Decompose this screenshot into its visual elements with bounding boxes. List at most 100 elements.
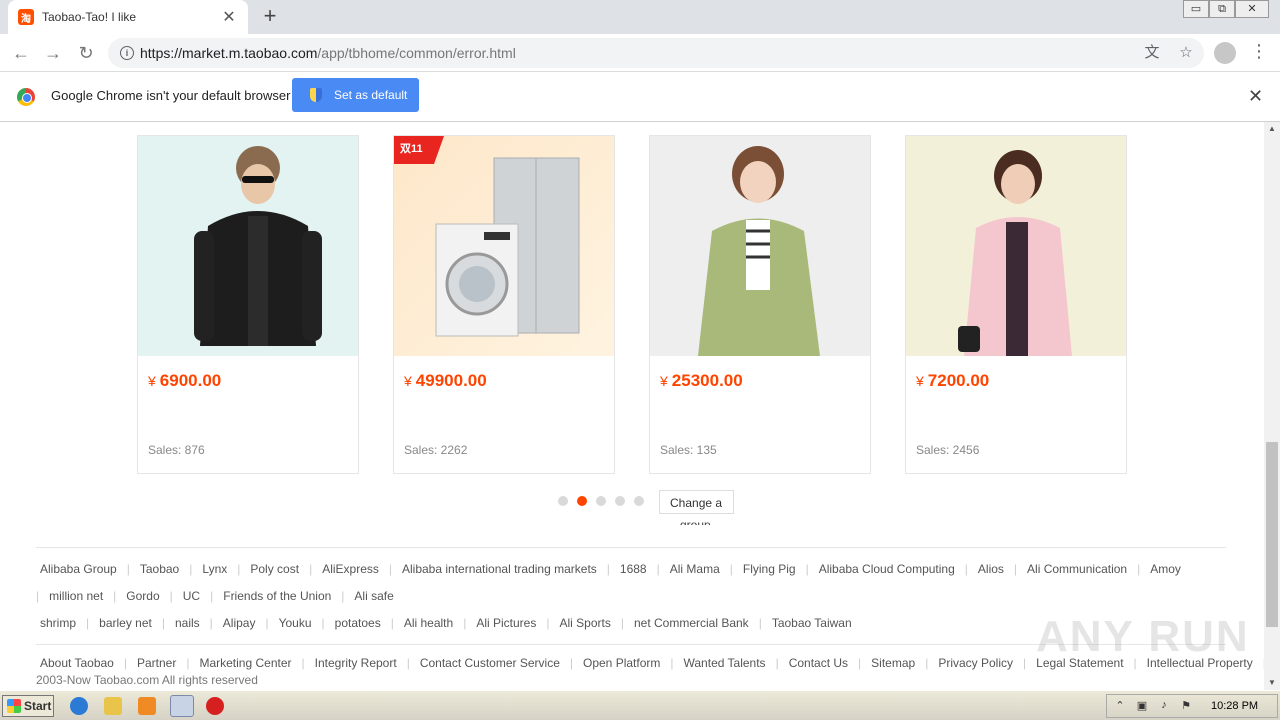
- footer-separator: |: [309, 562, 313, 576]
- scroll-down-icon[interactable]: ▼: [1264, 676, 1280, 690]
- media-player-icon[interactable]: [138, 697, 156, 715]
- footer-link[interactable]: Contact Customer Service: [416, 656, 570, 670]
- start-button[interactable]: Start: [2, 695, 54, 717]
- product-image[interactable]: 双11: [394, 136, 614, 356]
- footer-link[interactable]: Amoy: [1146, 562, 1191, 576]
- footer-link[interactable]: Privacy Policy: [934, 656, 1023, 670]
- volume-icon[interactable]: ♪: [1157, 699, 1171, 713]
- footer-link[interactable]: Sitemap: [867, 656, 925, 670]
- footer-link[interactable]: shrimp: [36, 616, 86, 630]
- network-icon[interactable]: ▣: [1135, 699, 1149, 713]
- product-card[interactable]: ¥7200.00 Sales: 2456: [905, 135, 1127, 474]
- footer-link[interactable]: Ali Sports: [555, 616, 620, 630]
- footer-link[interactable]: Ali Pictures: [472, 616, 546, 630]
- carousel-dot[interactable]: [596, 496, 606, 506]
- url-text[interactable]: https://market.m.taobao.com/app/tbhome/c…: [140, 45, 516, 61]
- close-infobar-icon[interactable]: ✕: [1248, 86, 1263, 107]
- footer-link[interactable]: Alipay: [219, 616, 266, 630]
- close-tab-icon[interactable]: ✕: [220, 7, 238, 27]
- address-bar[interactable]: i https://market.m.taobao.com/app/tbhome…: [108, 38, 1204, 68]
- carousel-dot[interactable]: [558, 496, 568, 506]
- internet-explorer-icon[interactable]: [70, 697, 88, 715]
- footer-link[interactable]: Ali health: [400, 616, 463, 630]
- carousel-dots: [558, 496, 644, 506]
- footer-link[interactable]: net Commercial Bank: [630, 616, 759, 630]
- footer-link[interactable]: Alios: [974, 562, 1014, 576]
- site-info-icon[interactable]: i: [120, 46, 134, 60]
- shield-icon: [310, 88, 322, 102]
- product-sales: Sales: 135: [660, 443, 717, 457]
- chrome-menu-icon[interactable]: ⋮: [1250, 41, 1268, 62]
- new-tab-button[interactable]: +: [258, 5, 282, 29]
- anyrun-watermark: ANY RUN: [1036, 612, 1250, 661]
- footer-link[interactable]: AliExpress: [318, 562, 389, 576]
- footer-link[interactable]: nails: [171, 616, 210, 630]
- footer-link[interactable]: barley net: [95, 616, 162, 630]
- vertical-scrollbar[interactable]: ▲ ▼: [1264, 122, 1280, 690]
- footer-link[interactable]: UC: [179, 589, 210, 603]
- footer-link[interactable]: Taobao: [136, 562, 189, 576]
- product-card[interactable]: ¥6900.00 Sales: 876: [137, 135, 359, 474]
- footer-link[interactable]: million net: [45, 589, 113, 603]
- footer-link[interactable]: Poly cost: [246, 562, 309, 576]
- expand-tray-icon[interactable]: ⌃: [1113, 699, 1127, 713]
- product-price: ¥7200.00: [916, 371, 990, 390]
- footer-link[interactable]: Partner: [133, 656, 186, 670]
- footer-separator: |: [620, 616, 624, 630]
- carousel-dot[interactable]: [615, 496, 625, 506]
- footer-link[interactable]: Marketing Center: [195, 656, 301, 670]
- profile-avatar-icon[interactable]: [1214, 42, 1236, 64]
- footer-link[interactable]: Ali Mama: [666, 562, 730, 576]
- chrome-taskbar-button[interactable]: [170, 695, 194, 717]
- footer-separator: |: [1013, 562, 1018, 576]
- translate-icon[interactable]: 文: [1142, 42, 1162, 64]
- scroll-up-icon[interactable]: ▲: [1264, 122, 1280, 136]
- footer-link[interactable]: Alibaba international trading markets: [398, 562, 607, 576]
- default-browser-infobar: Google Chrome isn't your default browser…: [0, 72, 1280, 122]
- restore-button[interactable]: ⧉: [1209, 0, 1235, 18]
- footer-link[interactable]: Youku: [275, 616, 322, 630]
- product-sales: Sales: 2456: [916, 443, 980, 457]
- product-card[interactable]: 双11 ¥49900.00 Sales: 2262: [393, 135, 615, 474]
- flag-icon[interactable]: ⚑: [1179, 699, 1193, 713]
- footer-link[interactable]: Friends of the Union: [219, 589, 341, 603]
- footer-separator: |: [729, 562, 733, 576]
- minimize-button[interactable]: ▭: [1183, 0, 1209, 18]
- alert-app-icon[interactable]: [206, 697, 224, 715]
- scroll-thumb[interactable]: [1266, 442, 1278, 627]
- footer-link[interactable]: Gordo: [122, 589, 169, 603]
- footer-link[interactable]: Contact Us: [785, 656, 858, 670]
- product-card[interactable]: ¥25300.00 Sales: 135: [649, 135, 871, 474]
- browser-tab[interactable]: 淘 Taobao-Tao! I like ✕: [8, 0, 248, 34]
- footer-links-row-1: Alibaba Group | Taobao | Lynx | Poly cost | AliE…: [36, 562, 1191, 576]
- product-image[interactable]: [138, 136, 358, 356]
- bookmark-star-icon[interactable]: ☆: [1176, 42, 1196, 64]
- product-price: ¥6900.00: [148, 371, 222, 390]
- change-group-button[interactable]: Change a: [659, 490, 734, 514]
- footer-link[interactable]: potatoes: [331, 616, 391, 630]
- footer-separator: |: [189, 562, 193, 576]
- carousel-dot[interactable]: [634, 496, 644, 506]
- product-image[interactable]: [906, 136, 1126, 356]
- footer-link[interactable]: Open Platform: [579, 656, 670, 670]
- carousel-dot[interactable]: [577, 496, 587, 506]
- footer-link[interactable]: Alibaba Cloud Computing: [815, 562, 965, 576]
- footer-link[interactable]: Integrity Report: [311, 656, 407, 670]
- footer-link[interactable]: Ali safe: [350, 589, 403, 603]
- reload-icon[interactable]: ↻: [74, 41, 98, 65]
- footer-link[interactable]: Alibaba Group: [36, 562, 127, 576]
- windows-logo-icon: [7, 699, 21, 713]
- footer-link[interactable]: Taobao Taiwan: [768, 616, 862, 630]
- footer-link[interactable]: Flying Pig: [739, 562, 806, 576]
- back-arrow-icon[interactable]: ←: [9, 41, 33, 65]
- set-as-default-button[interactable]: Set as default: [292, 78, 419, 112]
- footer-link[interactable]: Lynx: [198, 562, 237, 576]
- forward-arrow-icon[interactable]: →: [41, 41, 65, 65]
- footer-link[interactable]: Ali Communication: [1023, 562, 1137, 576]
- footer-link[interactable]: 1688: [616, 562, 657, 576]
- footer-link[interactable]: About Taobao: [36, 656, 124, 670]
- folder-icon[interactable]: [104, 697, 122, 715]
- footer-link[interactable]: Wanted Talents: [680, 656, 776, 670]
- product-image[interactable]: [650, 136, 870, 356]
- close-window-button[interactable]: ✕: [1235, 0, 1269, 18]
